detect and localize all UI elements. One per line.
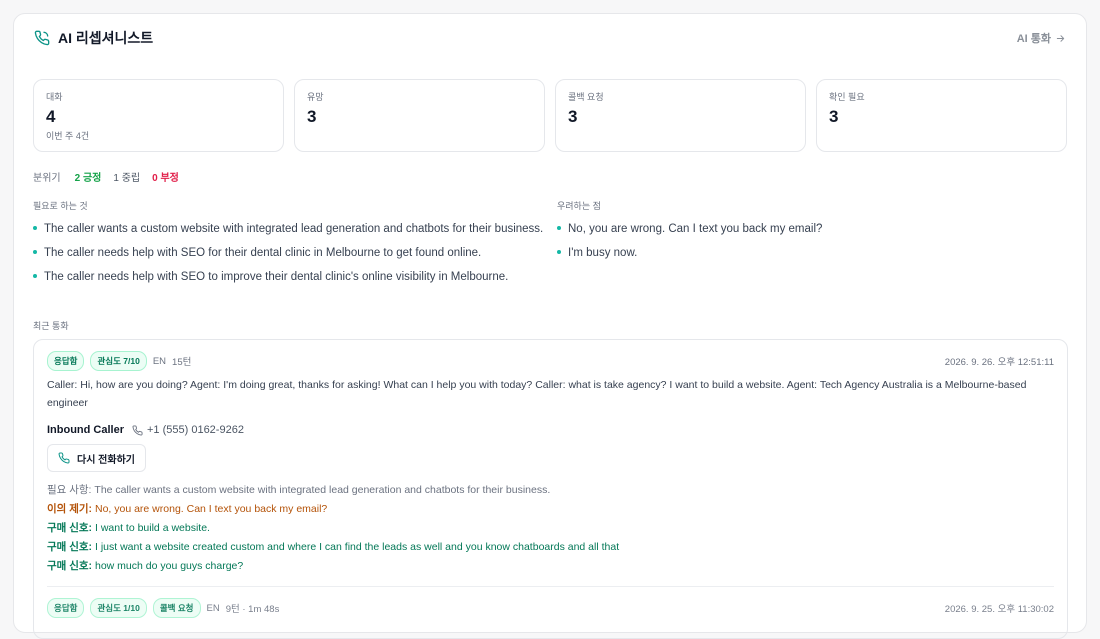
- buying-signal: 구매 신호: I just want a website created cus…: [47, 538, 1054, 557]
- ai-calls-link[interactable]: AI 통화: [1017, 30, 1066, 46]
- arrow-right-icon: [1056, 34, 1065, 42]
- call-details: 필요 사항: The caller wants a custom website…: [47, 481, 1054, 576]
- stats-row: 대화 4 이번 주 4건 유망 3 콜백 요청 3 확인 필요 3: [33, 79, 1067, 152]
- stat-promising: 유망 3: [294, 79, 545, 152]
- caller-name: Inbound Caller: [47, 424, 124, 436]
- status-badge: 응답함: [47, 598, 85, 618]
- card-header: AI 리셉셔니스트 AI 통화: [34, 30, 1066, 46]
- callback-badge: 콜백 요청: [152, 598, 201, 618]
- list-item: No, you are wrong. Can I text you back m…: [557, 221, 1067, 238]
- call-turns: 15턴: [172, 357, 192, 368]
- list-item: The caller needs help with SEO to improv…: [33, 269, 557, 286]
- list-item: I'm busy now.: [557, 245, 1067, 262]
- needs-column: 필요로 하는 것 The caller wants a custom websi…: [33, 199, 557, 293]
- recent-calls-list: 응답함 관심도 7/10 EN 15턴 2026. 9. 26. 오후 12:5…: [33, 339, 1068, 639]
- stat-label: 확인 필요: [829, 92, 865, 102]
- concerns-heading: 우려하는 점: [557, 201, 601, 211]
- page-title: AI 리셉셔니스트: [58, 30, 154, 46]
- call-need: 필요 사항: The caller wants a custom website…: [47, 481, 1054, 500]
- stat-conversations: 대화 4 이번 주 4건: [33, 79, 284, 152]
- detail-key: 구매 신호:: [47, 541, 93, 553]
- list-item: The caller needs help with SEO for their…: [33, 245, 557, 262]
- sentiment-positive: 2 긍정: [74, 173, 102, 184]
- concerns-column: 우려하는 점 No, you are wrong. Can I text you…: [557, 199, 1067, 293]
- buying-signal: 구매 신호: how much do you guys charge?: [47, 557, 1054, 576]
- call-timestamp: 2026. 9. 26. 오후 12:51:11: [944, 357, 1054, 368]
- call-item[interactable]: 응답함 관심도 7/10 EN 15턴 2026. 9. 26. 오후 12:5…: [34, 340, 1067, 587]
- recent-calls-heading: 최근 통화: [33, 321, 69, 331]
- interest-badge: 관심도 1/10: [90, 598, 147, 618]
- buying-signal: 구매 신호: I want to build a website.: [47, 519, 1054, 538]
- stat-value: 3: [568, 107, 578, 126]
- detail-key: 구매 신호:: [47, 560, 93, 572]
- ai-calls-link-label: AI 통화: [1016, 33, 1051, 45]
- stat-callback-requests: 콜백 요청 3: [555, 79, 806, 152]
- stat-value: 3: [829, 107, 839, 126]
- stat-label: 콜백 요청: [568, 92, 604, 102]
- sentiment-label: 분위기: [33, 173, 61, 184]
- call-language: EN: [206, 602, 220, 614]
- stat-needs-review: 확인 필요 3: [816, 79, 1067, 152]
- stat-sub: 이번 주 4건: [46, 131, 90, 141]
- detail-text: The caller wants a custom website with i…: [94, 484, 551, 496]
- call-turns: 9턴 · 1m 48s: [225, 604, 280, 615]
- call-timestamp: 2026. 9. 25. 오후 11:30:02: [944, 604, 1054, 615]
- call-back-button[interactable]: 다시 전화하기: [47, 444, 146, 472]
- call-language: EN: [152, 355, 167, 367]
- call-transcript: Caller: Hi, how are you doing? Agent: I'…: [47, 379, 1027, 409]
- list-item: The caller wants a custom website with i…: [33, 221, 557, 238]
- phone-icon: [132, 424, 143, 435]
- detail-key: 이의 제기:: [47, 503, 93, 515]
- detail-text: I just want a website created custom and…: [94, 541, 620, 553]
- needs-list: The caller wants a custom website with i…: [33, 221, 557, 286]
- sentiment-summary: 분위기 2 긍정 1 중립 0 부정: [33, 169, 179, 184]
- detail-text: I want to build a website.: [94, 522, 210, 534]
- ai-receptionist-card: AI 리셉셔니스트 AI 통화 대화 4 이번 주 4건 유망 3 콜백 요청 …: [13, 13, 1087, 639]
- detail-key: 필요 사항:: [47, 484, 92, 496]
- call-back-label: 다시 전화하기: [77, 454, 135, 466]
- call-meta: 응답함 관심도 7/10 EN 15턴 2026. 9. 26. 오후 12:5…: [47, 351, 1054, 371]
- stat-value: 4: [46, 107, 56, 126]
- stat-label: 유망: [307, 92, 324, 102]
- call-objection: 이의 제기: No, you are wrong. Can I text you…: [47, 500, 1054, 519]
- detail-text: No, you are wrong. Can I text you back m…: [94, 503, 328, 515]
- interest-badge: 관심도 7/10: [90, 351, 147, 371]
- call-item[interactable]: 응답함 관심도 1/10 콜백 요청 EN 9턴 · 1m 48s 2026. …: [34, 587, 1067, 629]
- phone-icon: [34, 30, 50, 46]
- concerns-list: No, you are wrong. Can I text you back m…: [557, 221, 1067, 262]
- caller-number: +1 (555) 0162-9262: [132, 424, 244, 436]
- needs-heading: 필요로 하는 것: [33, 201, 88, 211]
- status-badge: 응답함: [47, 351, 85, 371]
- detail-text: how much do you guys charge?: [94, 560, 244, 572]
- phone-icon: [58, 452, 70, 464]
- caller-info: Inbound Caller +1 (555) 0162-9262: [47, 422, 1054, 438]
- sentiment-negative: 0 부정: [152, 173, 179, 184]
- insights-columns: 필요로 하는 것 The caller wants a custom websi…: [33, 199, 1067, 293]
- detail-key: 구매 신호:: [47, 522, 93, 534]
- stat-value: 3: [307, 107, 317, 126]
- sentiment-neutral: 1 중립: [113, 173, 141, 184]
- stat-label: 대화: [46, 92, 63, 102]
- caller-number-text: +1 (555) 0162-9262: [147, 424, 244, 436]
